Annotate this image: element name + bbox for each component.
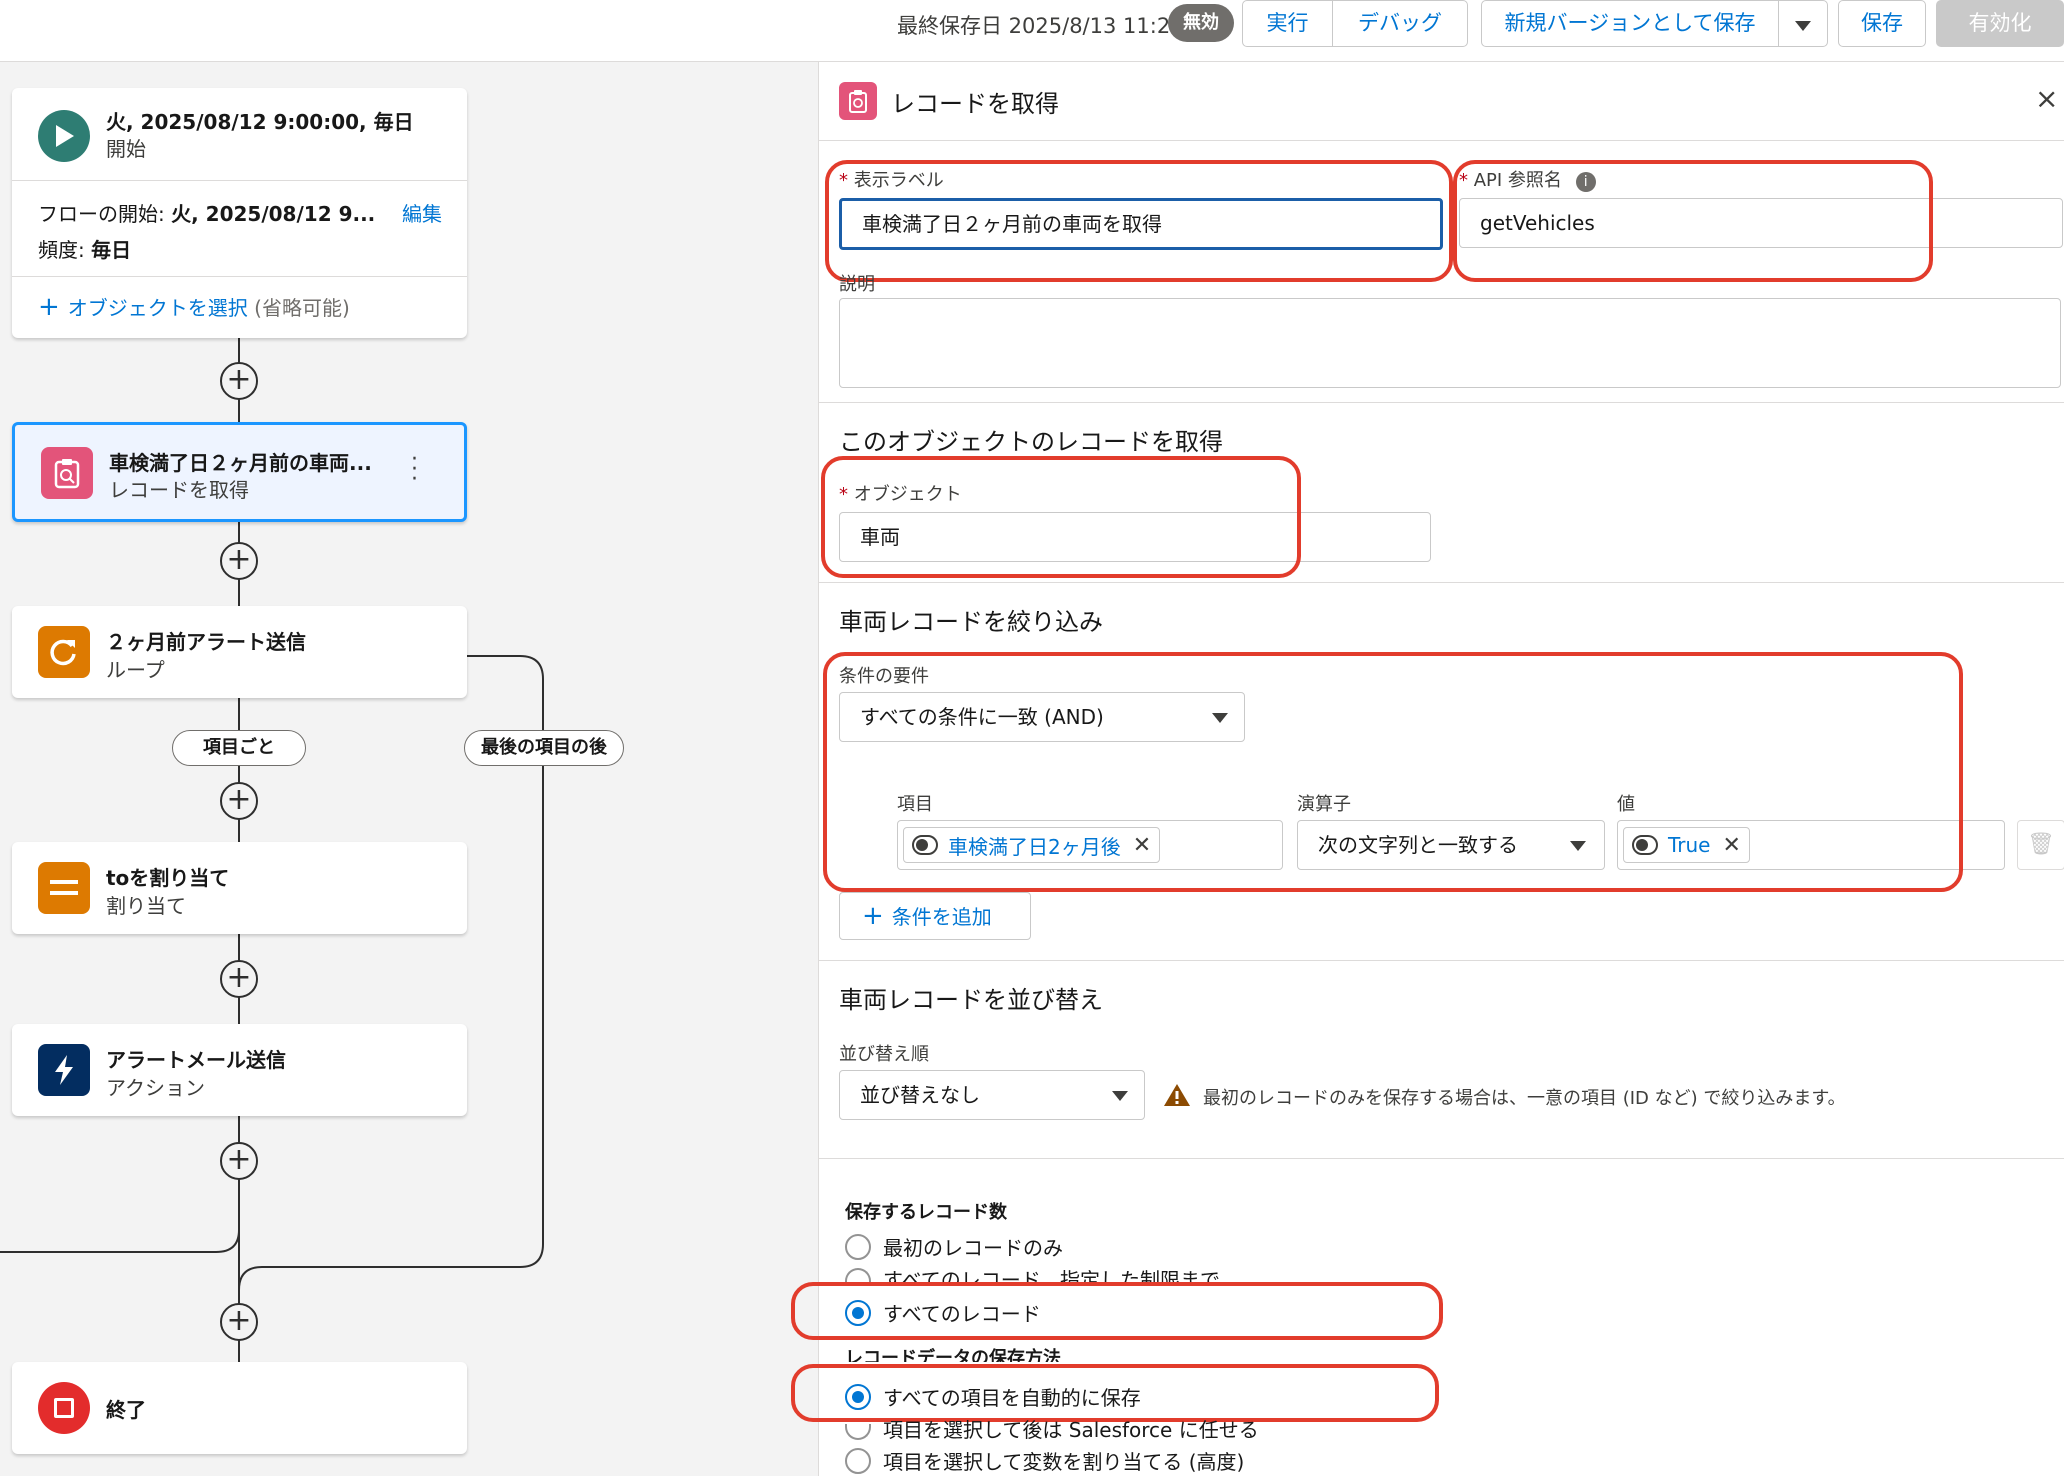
lightning-icon (38, 1044, 90, 1096)
chevron-down-icon (1112, 1091, 1128, 1101)
flow-start-value: 火, 2025/08/12 9... (171, 202, 376, 226)
edit-link[interactable]: 編集 (402, 198, 442, 227)
highlight-box (821, 456, 1301, 578)
add-element-button[interactable]: + (220, 542, 258, 580)
loop-node-title: ２ヶ月前アラート送信 (106, 630, 306, 654)
save-as-new-version-button[interactable]: 新規バージョンとして保存 (1482, 1, 1779, 46)
select-object-link[interactable]: オブジェクトを選択 (68, 296, 248, 320)
after-last-pill: 最後の項目の後 (464, 730, 624, 766)
frequency-value: 毎日 (91, 238, 132, 262)
plus-icon: + (38, 292, 60, 322)
status-badge: 無効 (1168, 4, 1234, 42)
properties-panel: レコードを取得 × * 表示ラベル 車検満了日２ヶ月前の車両を取得 * API … (791, 62, 2064, 1476)
divider (819, 402, 2064, 403)
store-method-heading: レコードデータの保存方法 (845, 1348, 1061, 1362)
highlight-box (823, 652, 1963, 892)
save-menu-dropdown[interactable] (1779, 1, 1827, 46)
sort-order-select[interactable]: 並び替えなし (839, 1070, 1145, 1120)
for-each-pill: 項目ごと (172, 730, 306, 766)
highlight-box (1453, 160, 1933, 282)
get-records-icon (41, 447, 93, 499)
add-element-button[interactable]: + (220, 1142, 258, 1180)
highlight-box (825, 160, 1453, 282)
loop-icon (38, 626, 90, 678)
run-debug-group: 実行 デバッグ (1242, 0, 1468, 47)
top-toolbar: 最終保存日 2025/8/13 11:26 無効 実行 デバッグ 新規バージョン… (0, 0, 2064, 62)
get-records-node-subtitle: レコードを取得 (109, 478, 249, 502)
save-group: 保存 (1838, 0, 1926, 47)
highlight-box (791, 1282, 1443, 1340)
section-sort-records: 車両レコードを並び替え (839, 986, 1103, 1014)
save-as-group: 新規バージョンとして保存 (1481, 0, 1828, 47)
sort-order-value: 並び替えなし (860, 1083, 980, 1107)
flow-canvas: 火, 2025/08/12 9:00:00, 毎日 開始 フローの開始: 火, … (0, 62, 818, 1476)
optional-text: (省略可能) (254, 296, 350, 320)
divider (819, 960, 2064, 961)
assignment-node[interactable]: toを割り当て 割り当て (12, 842, 467, 934)
add-element-button[interactable]: + (220, 362, 258, 400)
stop-icon (38, 1382, 90, 1434)
action-node-title: アラートメール送信 (106, 1048, 286, 1072)
add-condition-label: 条件を追加 (891, 905, 992, 929)
warning-icon (1163, 1082, 1191, 1112)
sort-order-label: 並び替え順 (839, 1044, 929, 1065)
add-element-button[interactable]: + (220, 782, 258, 820)
run-button[interactable]: 実行 (1243, 1, 1333, 46)
flow-start-row: フローの開始: 火, 2025/08/12 9... (38, 198, 375, 227)
play-icon (38, 110, 90, 162)
section-filter-records: 車両レコードを絞り込み (839, 608, 1103, 636)
divider (819, 140, 2064, 141)
action-node-subtitle: アクション (106, 1076, 205, 1100)
assignment-node-title: toを割り当て (106, 866, 230, 890)
frequency-label: 頻度: (38, 238, 92, 262)
flow-start-label: フローの開始: (38, 202, 172, 226)
description-label: 説明 (839, 274, 875, 295)
add-element-button[interactable]: + (220, 960, 258, 998)
radio-records-up-to-limit-label: すべてのレコード、指定した制限まで (883, 1268, 1220, 1282)
end-node[interactable]: 終了 (12, 1362, 467, 1454)
divider (12, 276, 467, 277)
close-icon[interactable]: × (2035, 82, 2058, 115)
divider (819, 1158, 2064, 1159)
add-condition-button[interactable]: + 条件を追加 (839, 892, 1031, 940)
frequency-row: 頻度: 毎日 (38, 234, 131, 263)
radio-choose-fields-salesforce-label: 項目を選択して後は Salesforce に任せる (883, 1418, 1259, 1440)
end-node-title: 終了 (106, 1398, 146, 1422)
start-node-subtitle: 開始 (106, 137, 146, 161)
get-records-icon (839, 82, 877, 120)
chevron-down-icon (1795, 21, 1811, 31)
description-textarea[interactable] (839, 298, 2061, 388)
activate-button[interactable]: 有効化 (1936, 0, 2064, 47)
assignment-node-subtitle: 割り当て (106, 894, 186, 918)
radio-choose-fields-variables[interactable] (845, 1448, 871, 1474)
select-object-row[interactable]: + オブジェクトを選択 (省略可能) (38, 292, 350, 322)
add-element-button[interactable]: + (220, 1303, 258, 1341)
debug-button[interactable]: デバッグ (1333, 1, 1467, 46)
save-button[interactable]: 保存 (1839, 1, 1925, 46)
section-get-records: このオブジェクトのレコードを取得 (839, 428, 1223, 456)
divider (819, 582, 2064, 583)
plus-icon: + (862, 901, 884, 931)
divider (12, 180, 467, 181)
delete-condition-icon[interactable]: 🗑 (2017, 820, 2064, 870)
loop-node[interactable]: ２ヶ月前アラート送信 ループ (12, 606, 467, 698)
radio-first-record[interactable] (845, 1234, 871, 1260)
loop-node-subtitle: ループ (106, 658, 165, 682)
radio-first-record-label: 最初のレコードのみ (883, 1236, 1063, 1260)
start-node-title: 火, 2025/08/12 9:00:00, 毎日 (106, 110, 414, 134)
radio-choose-fields-variables-label: 項目を選択して変数を割り当てる (高度) (883, 1450, 1245, 1474)
radio-records-up-to-limit[interactable] (845, 1268, 871, 1282)
radio-choose-fields-salesforce[interactable] (845, 1424, 871, 1440)
sort-warning-text: 最初のレコードのみを保存する場合は、一意の項目 (ID など) で絞り込みます。 (1203, 1088, 1846, 1109)
panel-title: レコードを取得 (891, 90, 1059, 118)
assignment-icon (38, 862, 90, 914)
get-records-node-title: 車検満了日２ヶ月前の車両... (109, 451, 372, 475)
start-node[interactable]: 火, 2025/08/12 9:00:00, 毎日 開始 フローの開始: 火, … (12, 88, 467, 338)
last-saved-text: 最終保存日 2025/8/13 11:26 (897, 14, 1184, 38)
records-count-heading: 保存するレコード数 (845, 1202, 1007, 1223)
action-node[interactable]: アラートメール送信 アクション (12, 1024, 467, 1116)
get-records-node[interactable]: 車検満了日２ヶ月前の車両... レコードを取得 · · · (12, 422, 467, 522)
more-actions-icon[interactable]: · · · (411, 449, 418, 491)
